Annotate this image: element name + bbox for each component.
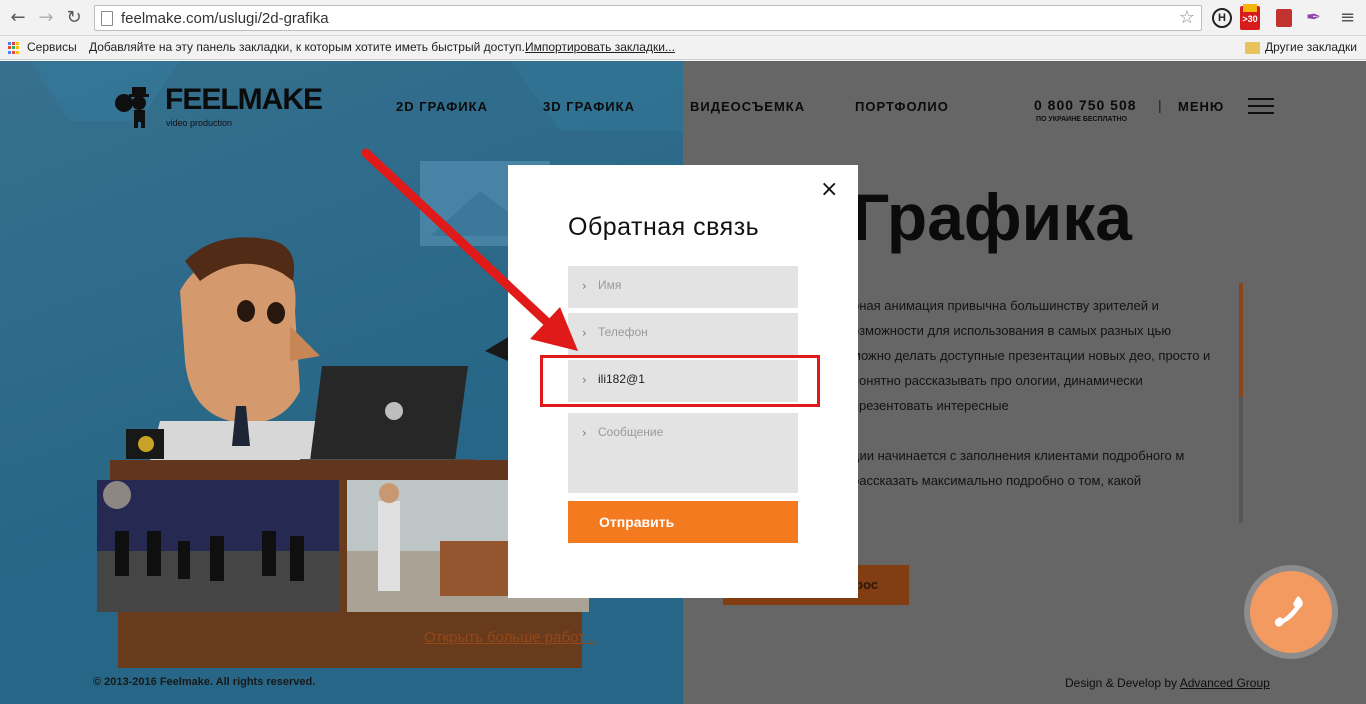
extension-h-icon[interactable]: H xyxy=(1212,8,1232,28)
forward-icon[interactable]: → xyxy=(36,7,56,29)
browser-toolbar: ← → ↻ feelmake.com/uslugi/2d-grafika ☆ H… xyxy=(0,0,1366,36)
extension-feather-icon[interactable]: ✒ xyxy=(1306,8,1326,28)
extension-30-icon[interactable]: >30 xyxy=(1240,4,1260,30)
page-content: FEELMAKE video production 2D ГРАФИКА 3D … xyxy=(0,61,1366,704)
other-bookmarks[interactable]: Другие закладки xyxy=(1265,40,1357,54)
bookmark-services[interactable]: Сервисы xyxy=(27,40,77,54)
page-icon xyxy=(101,11,113,26)
back-icon[interactable]: ← xyxy=(8,7,28,29)
folder-icon xyxy=(1245,42,1260,54)
browser-menu-icon[interactable]: ≡ xyxy=(1340,8,1360,28)
annotation-arrow-icon xyxy=(361,148,578,351)
address-bar[interactable]: feelmake.com/uslugi/2d-grafika ☆ xyxy=(94,5,1202,31)
apps-grid-icon[interactable] xyxy=(8,42,20,54)
reload-icon[interactable]: ↻ xyxy=(64,7,84,29)
bookmarks-hint-text: Добавляйте на эту панель закладки, к кот… xyxy=(89,40,525,54)
extension-book-icon[interactable] xyxy=(1276,9,1292,27)
bookmark-star-icon[interactable]: ☆ xyxy=(1179,7,1195,28)
url-text[interactable]: feelmake.com/uslugi/2d-grafika xyxy=(121,10,329,27)
import-bookmarks-link[interactable]: Импортировать закладки... xyxy=(525,40,675,54)
bookmarks-bar: Сервисы Добавляйте на эту панель закладк… xyxy=(0,36,1366,60)
